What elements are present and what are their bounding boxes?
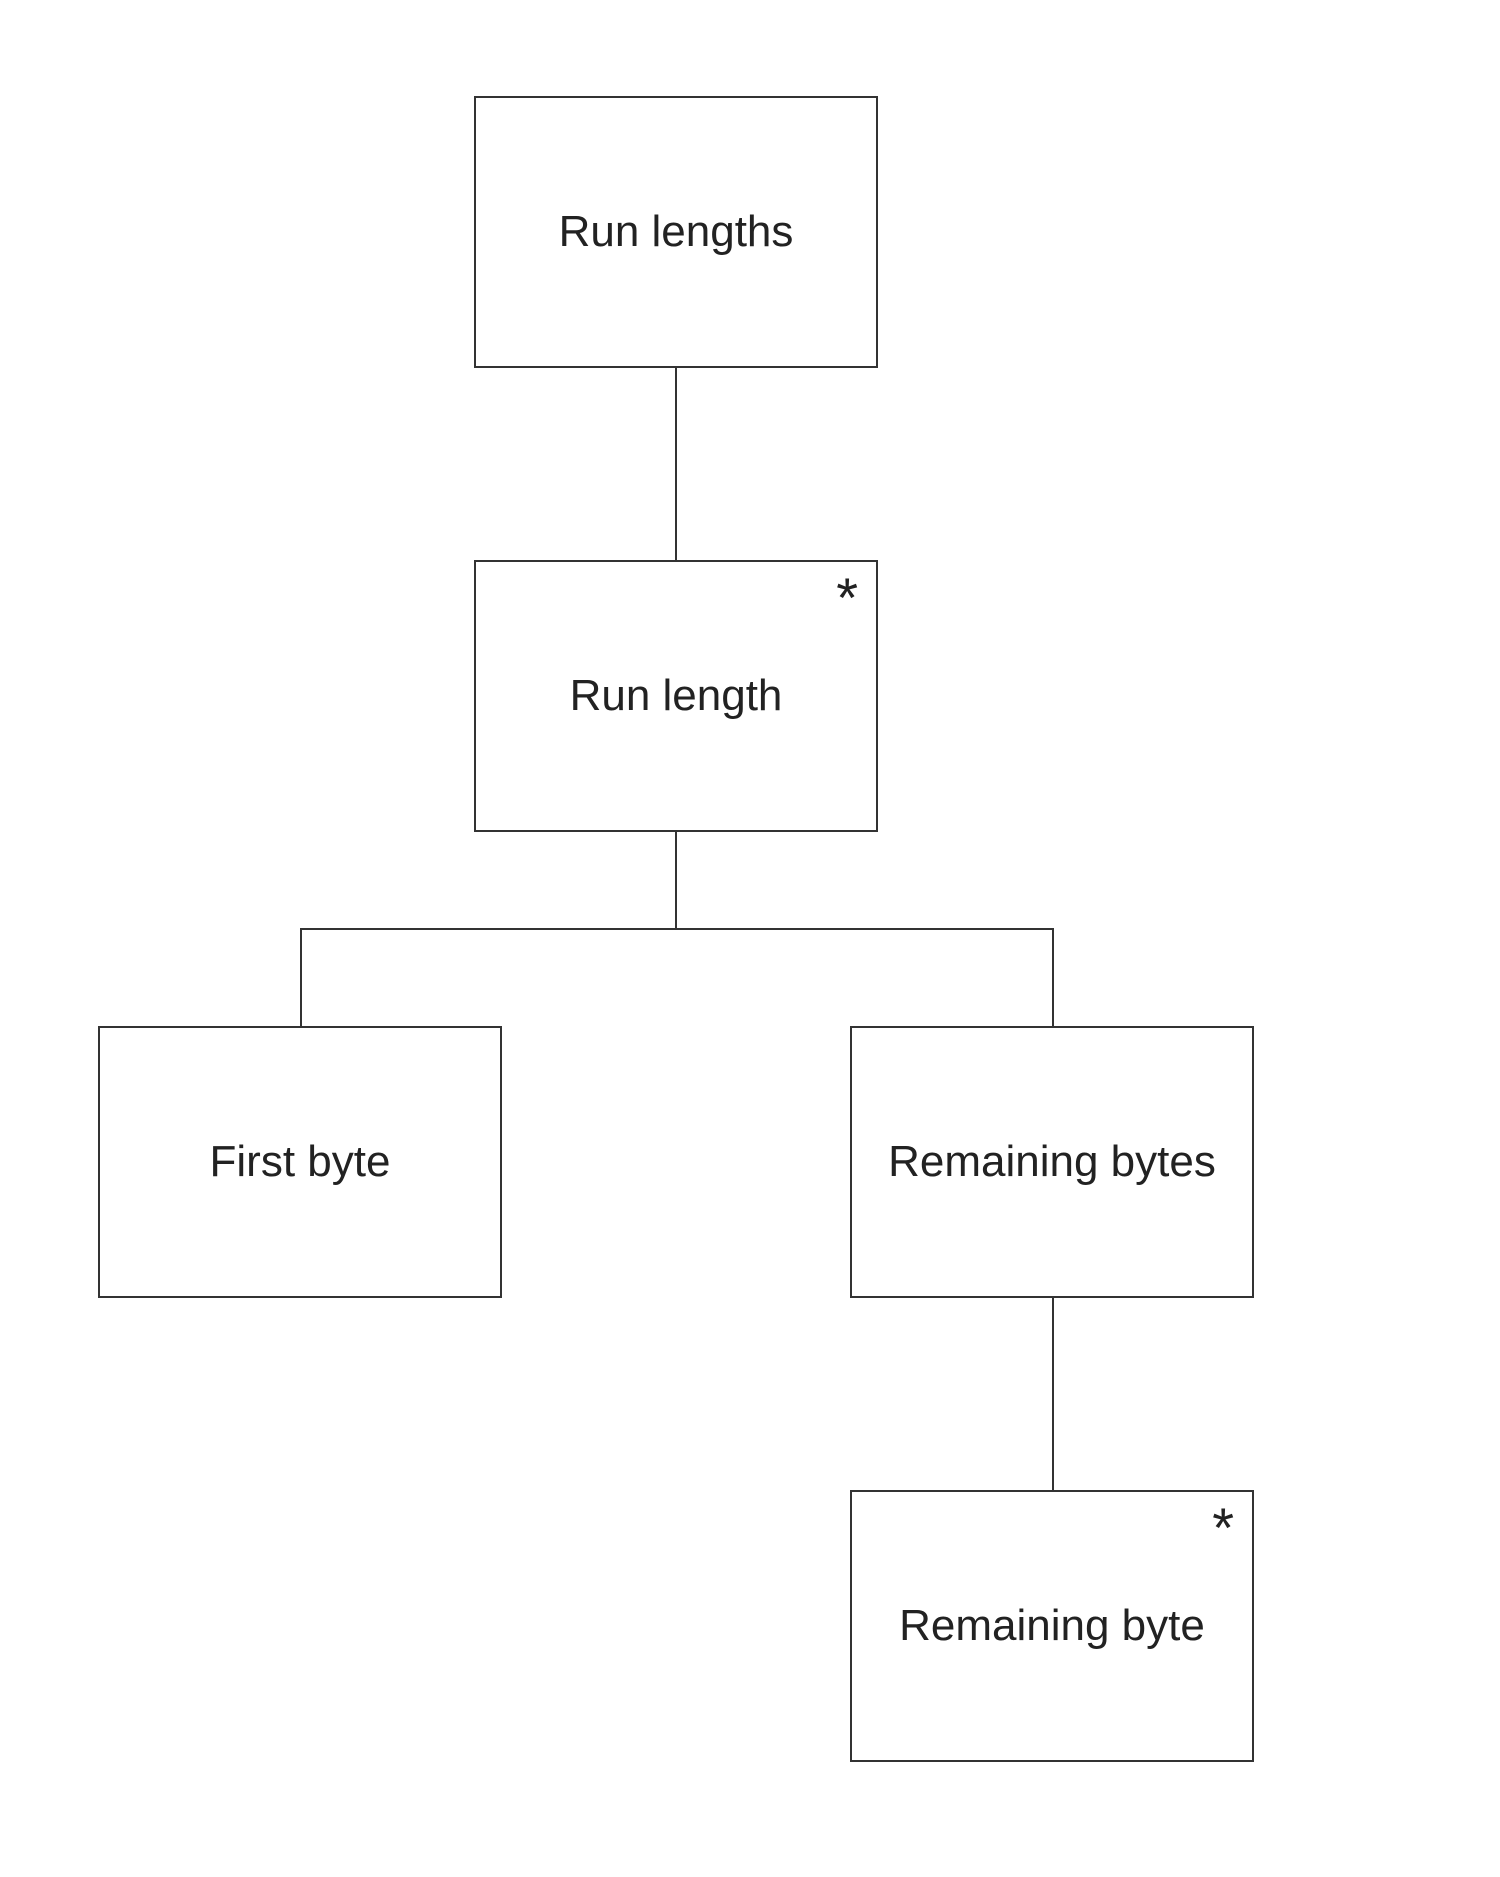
node-label: Remaining bytes [888, 1133, 1216, 1190]
connector [675, 368, 677, 560]
iteration-marker: * [1212, 1500, 1234, 1556]
node-label: First byte [210, 1133, 391, 1190]
connector [1052, 1298, 1054, 1490]
node-remaining-byte: Remaining byte * [850, 1490, 1254, 1762]
connector [1052, 928, 1054, 1026]
node-run-lengths: Run lengths [474, 96, 878, 368]
node-label: Remaining byte [899, 1597, 1205, 1654]
node-first-byte: First byte [98, 1026, 502, 1298]
node-label: Run lengths [559, 203, 794, 260]
iteration-marker: * [836, 570, 858, 626]
node-label: Run length [570, 667, 783, 724]
jsp-structure-diagram: Run lengths Run length * First byte Rema… [0, 0, 1500, 1877]
node-run-length: Run length * [474, 560, 878, 832]
connector [300, 928, 1054, 930]
node-remaining-bytes: Remaining bytes [850, 1026, 1254, 1298]
connector [675, 832, 677, 928]
connector [300, 928, 302, 1026]
